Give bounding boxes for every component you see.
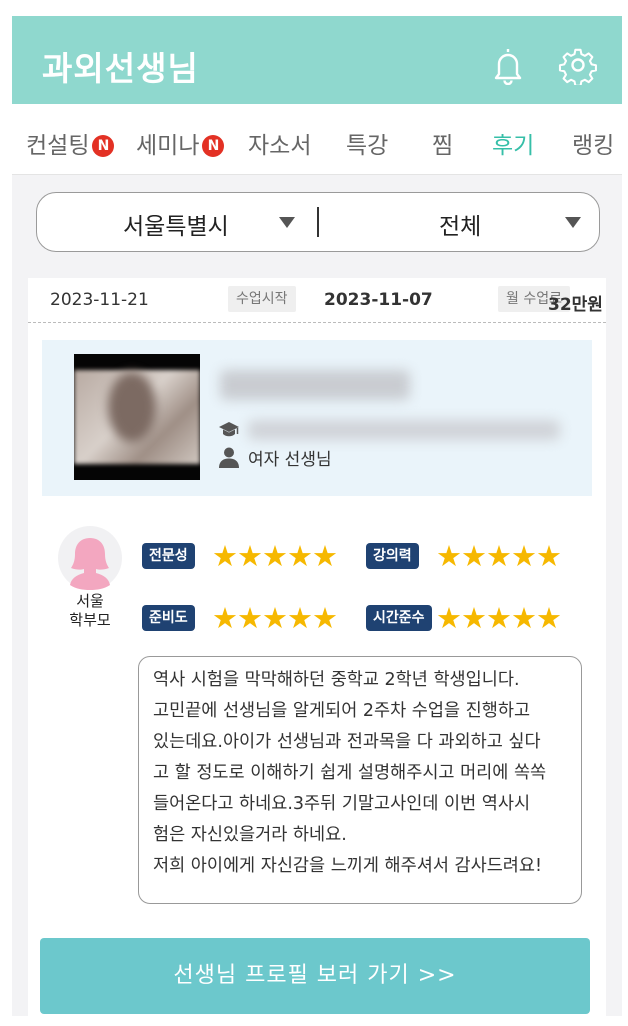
reviewer-info: 서울 학부모	[54, 592, 126, 630]
caret-down-icon	[565, 217, 581, 228]
teacher-summary[interactable]: 여자 선생님	[42, 340, 592, 496]
app-header: 과외선생님	[12, 16, 622, 104]
tab-seminar[interactable]: 세미나 N	[136, 126, 225, 160]
start-date: 2023-11-07	[324, 290, 433, 310]
tab-special-lecture[interactable]: 특강	[346, 126, 388, 160]
tab-essay[interactable]: 자소서	[248, 126, 311, 160]
region-value: 서울특별시	[123, 214, 229, 240]
tab-ranking[interactable]: 랭킹	[572, 126, 614, 160]
person-icon	[218, 446, 240, 468]
teacher-photo	[74, 354, 200, 480]
category-select[interactable]: 전체	[319, 193, 599, 251]
review-line: 저희 아이에게 자신감을 느끼게 해주셔서 감사드려요!	[153, 856, 543, 876]
review-line: 고 할 정도로 이해하기 쉽게 설명해주시고 머리에 쏙쏙	[153, 763, 547, 783]
filter-bar: 서울특별시 전체	[36, 192, 600, 252]
app-title: 과외선생님	[42, 49, 199, 88]
teacher-school-blurred	[248, 420, 560, 440]
gear-icon[interactable]	[558, 45, 598, 85]
teacher-gender: 여자 선생님	[248, 450, 332, 470]
review-line: 들어온다고 하네요.3주뒤 기말고사인데 이번 역사시	[153, 794, 531, 814]
reviewer-region: 서울	[76, 592, 104, 610]
tab-consulting[interactable]: 컨설팅 N	[26, 126, 115, 160]
rating-label: 전문성	[142, 543, 195, 569]
review-line: 고민끝에 선생님을 알게되어 2주차 수업을 진행하고	[153, 701, 531, 721]
view-teacher-profile-button[interactable]: 선생님 프로필 보러 가기 >>	[40, 938, 590, 1014]
star-rating: ★★★★★	[212, 601, 338, 635]
review-meta: 2023-11-21 수업시작 2023-11-07 월 수업료 32만원	[28, 278, 606, 323]
star-rating: ★★★★★	[436, 539, 562, 573]
new-badge: N	[92, 135, 115, 157]
category-value: 전체	[439, 214, 482, 240]
graduation-cap-icon	[218, 420, 240, 440]
tab-reviews[interactable]: 후기	[492, 126, 534, 160]
review-text-box: 역사 시험을 막막해하던 중학교 2학년 학생입니다. 고민끝에 선생님을 알게…	[138, 656, 582, 904]
review-line: 있는데요.아이가 선생님과 전과목을 다 과외하고 싶다	[153, 732, 541, 752]
star-rating: ★★★★★	[436, 601, 562, 635]
app-screen: 과외선생님 컨설팅 N 세미나 N 자소서 특강 찜 후기 랭킹 서울특별시 전…	[12, 16, 622, 1016]
new-badge: N	[202, 135, 225, 157]
rating-label: 강의력	[366, 543, 419, 569]
review-card: 2023-11-21 수업시작 2023-11-07 월 수업료 32만원 여자…	[28, 278, 606, 1016]
rating-label: 준비도	[142, 605, 195, 631]
tab-favorites[interactable]: 찜	[432, 126, 453, 160]
rating-label: 시간준수	[366, 605, 432, 631]
start-label: 수업시작	[228, 286, 296, 312]
review-line: 역사 시험을 막막해하던 중학교 2학년 학생입니다.	[153, 670, 520, 690]
caret-down-icon	[279, 217, 295, 228]
star-rating: ★★★★★	[212, 539, 338, 573]
fee-value: 32만원	[548, 295, 603, 315]
region-select[interactable]: 서울특별시	[37, 193, 317, 251]
reviewer-role: 학부모	[69, 611, 111, 629]
tab-bar: 컨설팅 N 세미나 N 자소서 특강 찜 후기 랭킹	[12, 104, 622, 175]
bell-icon[interactable]	[488, 45, 528, 85]
reviewer-avatar	[58, 526, 122, 590]
review-line: 험은 자신있을거라 하네요.	[153, 825, 347, 845]
review-date: 2023-11-21	[50, 290, 149, 310]
teacher-name-blurred	[220, 370, 410, 400]
